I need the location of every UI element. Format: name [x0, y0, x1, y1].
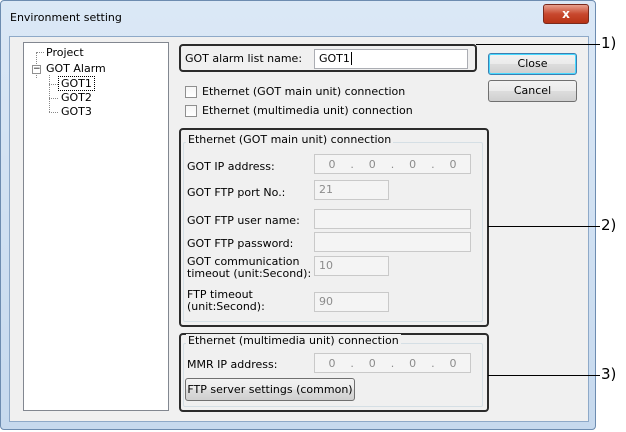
callout-line-2 — [488, 226, 600, 227]
ip-octet: 0 — [409, 157, 417, 171]
ip-dot: . — [350, 356, 354, 370]
ip-octet: 0 — [449, 356, 457, 370]
ip-octet: 0 — [328, 157, 336, 171]
dialog-window: Environment setting x Project − GOT Alar… — [0, 0, 596, 430]
mmr-ip-address-label: MMR IP address: — [187, 358, 278, 371]
got-ftp-user-name-input[interactable] — [314, 209, 471, 229]
got-ftp-password-label: GOT FTP password: — [187, 237, 294, 250]
ip-octet: 0 — [449, 157, 457, 171]
cancel-button[interactable]: Cancel — [488, 80, 577, 102]
got-main-unit-checkbox[interactable] — [185, 86, 197, 98]
got-main-unit-checkbox-label: Ethernet (GOT main unit) connection — [202, 85, 406, 98]
multimedia-unit-checkbox[interactable] — [185, 105, 197, 117]
callout-label-2: 2) — [601, 216, 617, 234]
got-main-unit-group-title: Ethernet (GOT main unit) connection — [186, 133, 394, 146]
ip-dot: . — [431, 356, 435, 370]
ip-dot: . — [431, 157, 435, 171]
ip-octet: 0 — [328, 356, 336, 370]
got-ip-address-input[interactable]: 0. 0. 0. 0 — [314, 154, 471, 174]
ip-octet: 0 — [409, 356, 417, 370]
callout-line-3 — [488, 375, 600, 376]
collapse-icon[interactable]: − — [32, 65, 41, 74]
title-bar[interactable]: Environment setting x — [1, 1, 595, 35]
ip-dot: . — [390, 157, 395, 171]
tree-item-project[interactable]: Project — [46, 46, 84, 59]
ftp-timeout-input[interactable]: 90 — [314, 292, 389, 312]
alarm-list-name-value: GOT1 — [319, 52, 350, 65]
tree-item-got2[interactable]: GOT2 — [61, 91, 92, 104]
ip-octet: 0 — [368, 356, 376, 370]
tree-line — [49, 75, 50, 112]
multimedia-unit-checkbox-label: Ethernet (multimedia unit) connection — [202, 104, 413, 117]
callout-label-3: 3) — [601, 365, 617, 383]
tree-item-got3[interactable]: GOT3 — [61, 105, 92, 118]
close-button[interactable]: Close — [488, 53, 577, 75]
callout-line-1 — [476, 44, 600, 45]
got-comm-timeout-input[interactable]: 10 — [314, 256, 389, 276]
multimedia-group-title: Ethernet (multimedia unit) connection — [186, 334, 401, 347]
alarm-list-name-input[interactable]: GOT1 — [314, 49, 468, 69]
got-ip-address-label: GOT IP address: — [187, 160, 275, 173]
tree-line — [49, 98, 58, 99]
tree-line — [36, 52, 44, 53]
got-comm-timeout-label-line2: timeout (unit:Second): — [187, 267, 312, 280]
tree-view[interactable]: Project − GOT Alarm GOT1 GOT2 GOT3 — [23, 42, 169, 411]
ip-octet: 0 — [368, 157, 376, 171]
alarm-list-name-label: GOT alarm list name: — [185, 52, 303, 65]
got-ftp-port-input[interactable]: 21 — [314, 180, 389, 200]
got-ftp-port-label: GOT FTP port No.: — [187, 186, 286, 199]
got-ftp-password-input[interactable] — [314, 232, 471, 252]
callout-label-1: 1) — [601, 34, 617, 52]
ftp-server-settings-button[interactable]: FTP server settings (common) — [185, 378, 355, 401]
got-ftp-user-name-label: GOT FTP user name: — [187, 214, 300, 227]
window-close-button[interactable]: x — [543, 4, 589, 24]
ip-dot: . — [350, 157, 354, 171]
window-title: Environment setting — [10, 11, 122, 24]
tree-line — [49, 112, 58, 113]
close-icon: x — [562, 7, 570, 21]
ip-dot: . — [390, 356, 395, 370]
ftp-timeout-label-line2: (unit:Second): — [187, 300, 265, 313]
tree-line — [49, 84, 58, 85]
tree-item-got-alarm[interactable]: GOT Alarm — [46, 62, 106, 75]
tree-item-got1[interactable]: GOT1 — [58, 76, 95, 91]
mmr-ip-address-input[interactable]: 0. 0. 0. 0 — [314, 353, 471, 373]
